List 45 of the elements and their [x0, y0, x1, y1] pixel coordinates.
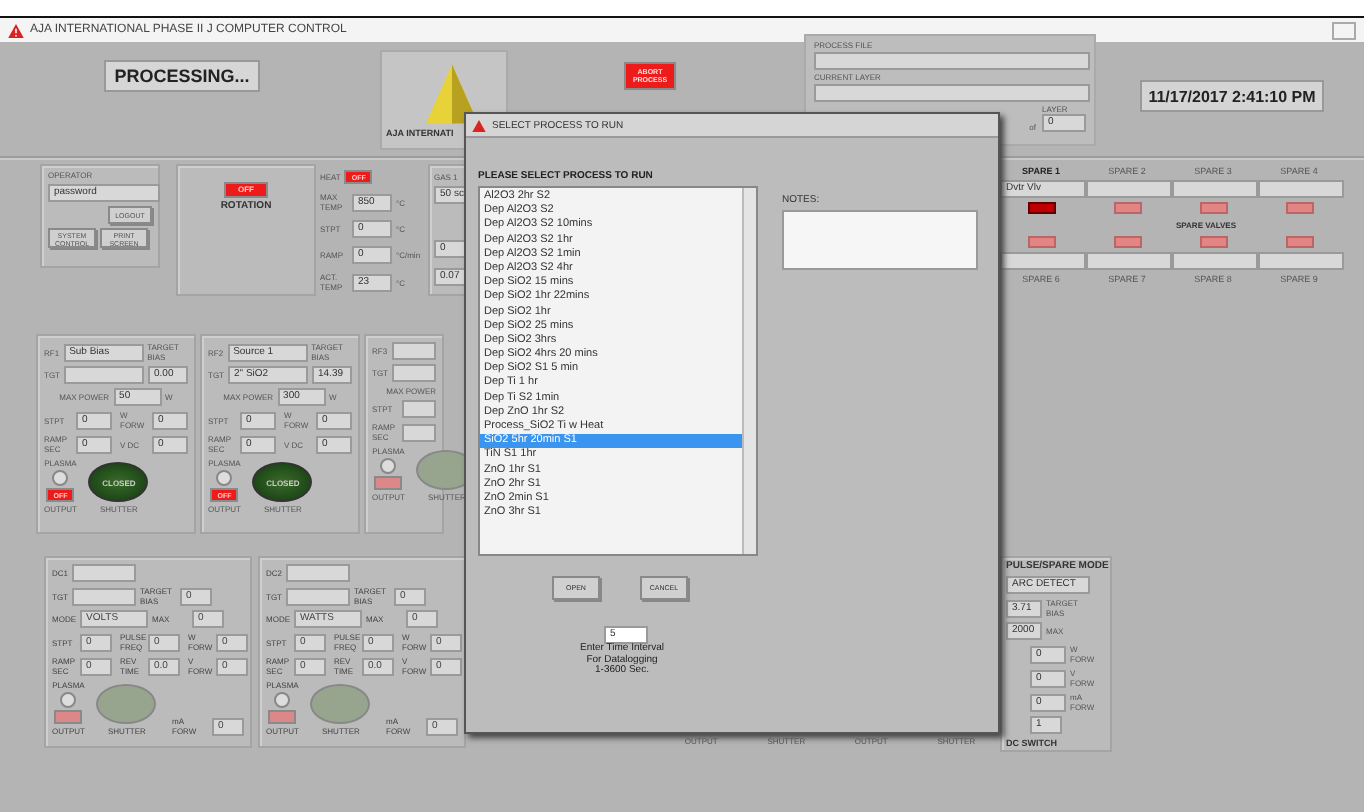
spare-name-field[interactable]	[1086, 180, 1172, 198]
valve-toggle[interactable]	[1199, 236, 1227, 248]
current-layer-field[interactable]	[814, 84, 1090, 102]
output-toggle[interactable]	[268, 710, 297, 724]
plasma-indicator-icon	[52, 470, 69, 486]
warning-triangle-icon	[8, 23, 24, 37]
shutter-button[interactable]	[96, 684, 157, 724]
target-field[interactable]	[392, 364, 436, 382]
output-toggle[interactable]	[374, 476, 403, 490]
scrollbar[interactable]	[742, 188, 756, 554]
window-button[interactable]	[1332, 21, 1356, 39]
plasma-indicator-icon	[60, 692, 77, 708]
dc-name-field[interactable]	[72, 564, 137, 582]
plasma-indicator-icon	[380, 458, 397, 474]
status-display: PROCESSING...	[104, 60, 260, 92]
valve-toggle[interactable]	[1113, 202, 1141, 214]
target-field[interactable]	[286, 587, 350, 605]
plasma-indicator-icon	[274, 692, 291, 708]
dc-name-field[interactable]	[286, 564, 351, 582]
valve-toggle[interactable]	[1285, 236, 1313, 248]
valve-toggle[interactable]	[1113, 236, 1141, 248]
plasma-indicator-icon	[216, 470, 233, 486]
spare-name-field[interactable]	[1258, 252, 1344, 270]
shutter-button[interactable]	[310, 684, 371, 724]
spare-name-field[interactable]	[1172, 252, 1258, 270]
spare-name-field[interactable]	[1000, 252, 1086, 270]
spare-name-field[interactable]	[1086, 252, 1172, 270]
pyramid-logo-icon	[426, 64, 478, 124]
numeric-field[interactable]	[401, 400, 436, 418]
valve-toggle[interactable]	[1199, 202, 1227, 214]
valve-toggle[interactable]	[1027, 202, 1055, 214]
process-file-field[interactable]	[814, 52, 1090, 70]
valve-toggle[interactable]	[1027, 236, 1055, 248]
warning-triangle-icon	[472, 119, 486, 131]
rf-name-field[interactable]	[391, 342, 436, 360]
clock-display: 11/17/2017 2:41:10 PM	[1140, 80, 1324, 112]
numeric-field[interactable]	[401, 423, 436, 441]
output-toggle[interactable]	[54, 710, 83, 724]
target-field[interactable]	[72, 587, 136, 605]
notes-field[interactable]	[782, 210, 978, 270]
target-field[interactable]	[64, 366, 144, 384]
valve-toggle[interactable]	[1285, 202, 1313, 214]
spare-name-field[interactable]	[1172, 180, 1258, 198]
spare-name-field[interactable]	[1258, 180, 1344, 198]
process-list[interactable]	[478, 186, 758, 556]
